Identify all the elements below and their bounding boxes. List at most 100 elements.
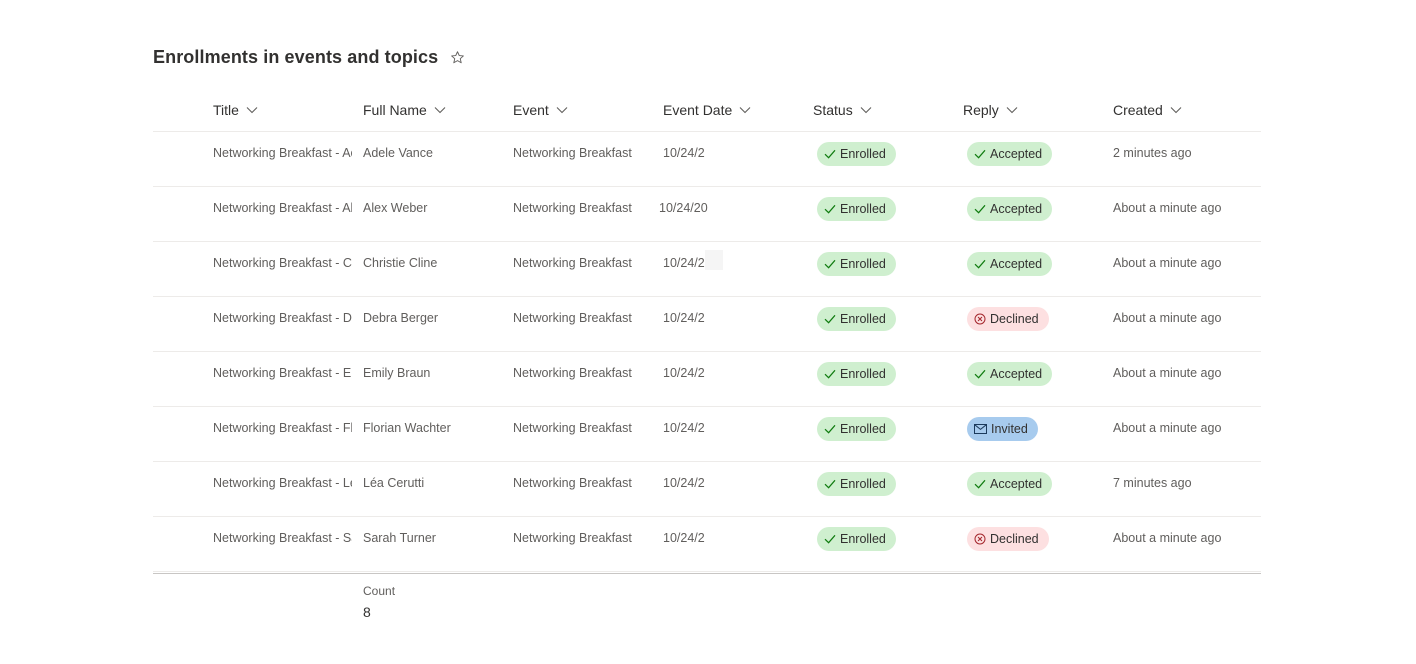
- cell-created: About a minute ago: [1113, 311, 1222, 325]
- reply-label: Accepted: [990, 147, 1043, 161]
- table-row[interactable]: Networking Breakfast - Sa Sarah Turner N…: [153, 517, 1261, 572]
- cell-event-date: 10/24/2: [663, 256, 705, 270]
- table-row[interactable]: Networking Breakfast - De Debra Berger N…: [153, 297, 1261, 352]
- reply-badge: Accepted: [967, 472, 1053, 496]
- cell-event: Networking Breakfast: [513, 256, 632, 270]
- checkmark-icon: [974, 369, 986, 379]
- chevron-down-icon: [556, 106, 568, 114]
- cell-created: About a minute ago: [1113, 256, 1222, 270]
- status-badge: Enrolled: [817, 527, 896, 551]
- cell-created: 2 minutes ago: [1113, 146, 1192, 160]
- status-label: Enrolled: [840, 202, 886, 216]
- cell-title[interactable]: Networking Breakfast - Sa: [213, 531, 352, 545]
- column-header-event-date[interactable]: Event Date: [663, 88, 751, 132]
- reply-label: Accepted: [990, 367, 1043, 381]
- cell-title[interactable]: Networking Breakfast - Ac: [213, 146, 352, 160]
- chevron-down-icon: [1006, 106, 1018, 114]
- column-header-row: Title Full Name Event Event Date Status …: [153, 88, 1261, 132]
- cell-event: Networking Breakfast: [513, 476, 632, 490]
- reply-badge: Accepted: [967, 197, 1053, 221]
- column-header-event[interactable]: Event: [513, 88, 568, 132]
- status-label: Enrolled: [840, 147, 886, 161]
- cell-event: Networking Breakfast: [513, 311, 632, 325]
- column-header-full-name[interactable]: Full Name: [363, 88, 446, 132]
- cell-event-date: 10/24/20: [659, 201, 708, 215]
- cell-full-name: Florian Wachter: [363, 421, 451, 435]
- column-header-label: Event: [513, 102, 549, 118]
- cell-title[interactable]: Networking Breakfast - Em: [213, 366, 352, 380]
- cell-title[interactable]: Networking Breakfast - Flo: [213, 421, 352, 435]
- table-row[interactable]: Networking Breakfast - Léa Léa Cerutti N…: [153, 462, 1261, 517]
- column-header-label: Event Date: [663, 102, 733, 118]
- status-badge: Enrolled: [817, 307, 896, 331]
- footer-divider: [153, 573, 1261, 574]
- reply-label: Invited: [991, 422, 1028, 436]
- column-header-label: Title: [213, 102, 239, 118]
- table-row[interactable]: Networking Breakfast - Flo Florian Wacht…: [153, 407, 1261, 462]
- count-label: Count: [363, 584, 396, 598]
- cell-created: About a minute ago: [1113, 531, 1222, 545]
- status-badge: Enrolled: [817, 417, 896, 441]
- cell-created: About a minute ago: [1113, 201, 1222, 215]
- cell-full-name: Emily Braun: [363, 366, 431, 380]
- table-row[interactable]: Networking Breakfast - Ac Adele Vance Ne…: [153, 132, 1261, 187]
- column-header-status[interactable]: Status: [813, 88, 872, 132]
- cell-full-name: Adele Vance: [363, 146, 433, 160]
- cell-event: Networking Breakfast: [513, 531, 632, 545]
- table-row[interactable]: Networking Breakfast - Ch Christie Cline…: [153, 242, 1261, 297]
- checkmark-icon: [824, 149, 836, 159]
- checkmark-icon: [974, 204, 986, 214]
- column-header-reply[interactable]: Reply: [963, 88, 1018, 132]
- cell-event: Networking Breakfast: [513, 146, 632, 160]
- cell-event-date: 10/24/2: [663, 476, 705, 490]
- redaction-mark: [705, 250, 723, 270]
- status-label: Enrolled: [840, 312, 886, 326]
- table-row[interactable]: Networking Breakfast - Em Emily Braun Ne…: [153, 352, 1261, 407]
- chevron-down-icon: [246, 106, 258, 114]
- cell-created: 7 minutes ago: [1113, 476, 1192, 490]
- checkmark-icon: [974, 259, 986, 269]
- status-label: Enrolled: [840, 257, 886, 271]
- reply-badge: Invited: [967, 417, 1038, 441]
- checkmark-icon: [974, 479, 986, 489]
- column-header-label: Reply: [963, 102, 999, 118]
- cell-event: Networking Breakfast: [513, 201, 632, 215]
- cell-title[interactable]: Networking Breakfast - De: [213, 311, 352, 325]
- reply-label: Declined: [990, 312, 1039, 326]
- reply-badge: Declined: [967, 307, 1049, 331]
- cell-title[interactable]: Networking Breakfast - Ch: [213, 256, 352, 270]
- page-header: Enrollments in events and topics: [153, 44, 465, 70]
- cell-created: About a minute ago: [1113, 421, 1222, 435]
- cell-event: Networking Breakfast: [513, 421, 632, 435]
- column-header-created[interactable]: Created: [1113, 88, 1182, 132]
- chevron-down-icon: [434, 106, 446, 114]
- column-header-label: Status: [813, 102, 853, 118]
- column-header-title[interactable]: Title: [213, 88, 258, 132]
- cell-full-name: Debra Berger: [363, 311, 439, 325]
- enrollments-list: Title Full Name Event Event Date Status …: [153, 88, 1261, 572]
- cell-full-name: Alex Weber: [363, 201, 428, 215]
- status-badge: Enrolled: [817, 252, 896, 276]
- chevron-down-icon: [860, 106, 872, 114]
- cell-title[interactable]: Networking Breakfast - Ale: [213, 201, 352, 215]
- checkmark-icon: [824, 479, 836, 489]
- reply-label: Accepted: [990, 477, 1043, 491]
- count-value: 8: [363, 604, 371, 620]
- cell-full-name: Sarah Turner: [363, 531, 436, 545]
- reply-label: Declined: [990, 532, 1039, 546]
- star-outline-icon[interactable]: [449, 49, 465, 65]
- checkmark-icon: [824, 204, 836, 214]
- cell-title[interactable]: Networking Breakfast - Léa: [213, 476, 352, 490]
- checkmark-icon: [824, 424, 836, 434]
- cell-event-date: 10/24/2: [663, 366, 705, 380]
- cell-created: About a minute ago: [1113, 366, 1222, 380]
- table-row[interactable]: Networking Breakfast - Ale Alex Weber Ne…: [153, 187, 1261, 242]
- chevron-down-icon: [1170, 106, 1182, 114]
- cell-event-date: 10/24/2: [663, 421, 705, 435]
- envelope-icon: [974, 424, 987, 434]
- status-label: Enrolled: [840, 422, 886, 436]
- status-badge: Enrolled: [817, 197, 896, 221]
- status-badge: Enrolled: [817, 472, 896, 496]
- circle-x-icon: [974, 533, 986, 545]
- cell-event-date: 10/24/2: [663, 531, 705, 545]
